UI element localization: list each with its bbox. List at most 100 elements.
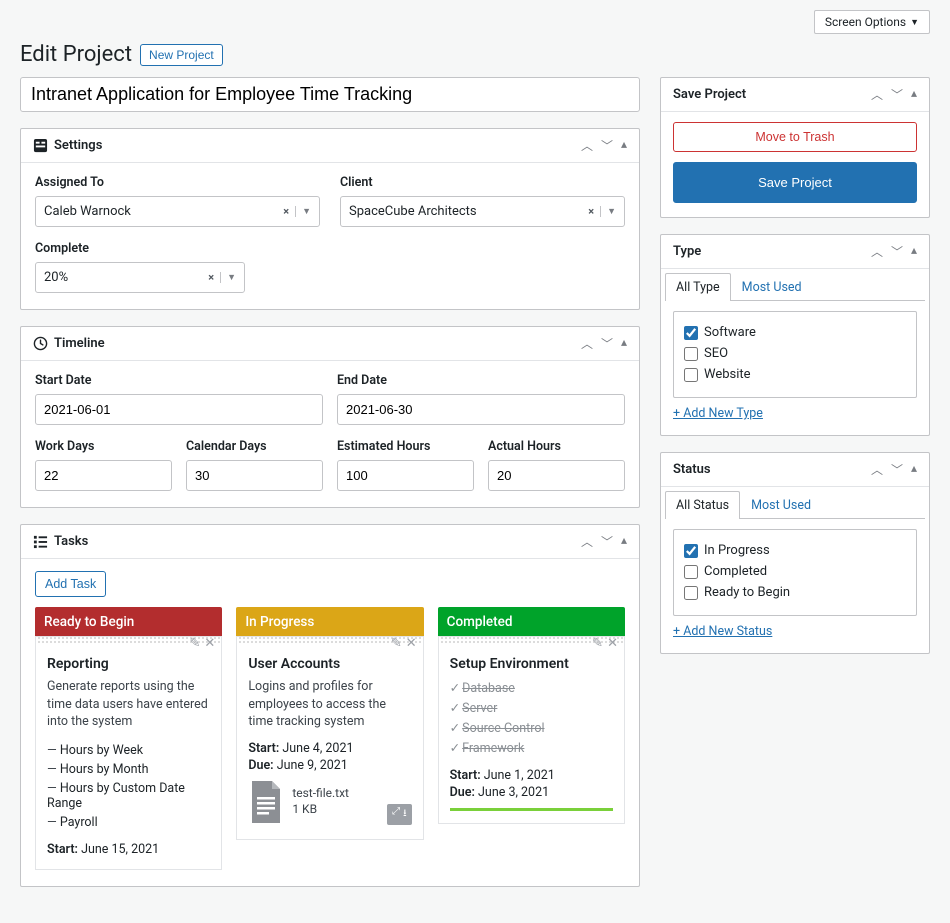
- clear-icon[interactable]: ×: [283, 205, 289, 218]
- chevron-down-icon[interactable]: ▼: [220, 272, 236, 283]
- checkbox[interactable]: [684, 544, 698, 558]
- end-date-input[interactable]: [337, 394, 625, 425]
- file-controls[interactable]: ⤢⭳: [387, 804, 412, 825]
- move-up-icon[interactable]: ︿: [871, 461, 883, 478]
- status-option-ready[interactable]: Ready to Begin: [684, 582, 906, 603]
- move-up-icon[interactable]: ︿: [871, 86, 883, 103]
- project-title-input[interactable]: [20, 77, 640, 112]
- checkbox[interactable]: [684, 586, 698, 600]
- checkbox[interactable]: [684, 347, 698, 361]
- tab-most-used-status[interactable]: Most Used: [740, 491, 822, 519]
- download-icon[interactable]: ⭳: [403, 806, 407, 823]
- screen-options-button[interactable]: Screen Options ▼: [814, 10, 930, 34]
- actual-hours-label: Actual Hours: [488, 439, 625, 454]
- task-due-meta: Due: June 3, 2021: [450, 785, 613, 800]
- move-up-icon[interactable]: ︿: [581, 335, 593, 352]
- type-box: Type ︿ ﹀ ▴ All Type Most Used Software S…: [660, 234, 930, 436]
- chevron-down-icon[interactable]: ▼: [295, 206, 311, 217]
- clear-icon[interactable]: ×: [588, 205, 594, 218]
- complete-value: 20%: [44, 270, 68, 285]
- close-icon[interactable]: ✕: [204, 636, 215, 651]
- add-new-type-link[interactable]: + Add New Type: [673, 406, 763, 421]
- task-card[interactable]: ✎✕ Reporting Generate reports using the …: [35, 636, 222, 870]
- collapse-icon[interactable]: ▴: [911, 243, 917, 260]
- end-date-label: End Date: [337, 373, 625, 388]
- collapse-icon[interactable]: ▴: [621, 137, 627, 154]
- collapse-icon[interactable]: ▴: [911, 461, 917, 478]
- client-select[interactable]: SpaceCube Architects × ▼: [340, 196, 625, 227]
- tasks-heading: Tasks: [54, 534, 88, 549]
- edit-icon[interactable]: ✎: [190, 636, 201, 651]
- add-new-status-link[interactable]: + Add New Status: [673, 624, 772, 639]
- tab-most-used-type[interactable]: Most Used: [731, 273, 813, 301]
- new-project-button[interactable]: New Project: [140, 44, 223, 66]
- move-down-icon[interactable]: ﹀: [601, 335, 613, 352]
- close-icon[interactable]: ✕: [406, 636, 417, 651]
- complete-select[interactable]: 20% × ▼: [35, 262, 245, 293]
- add-task-button[interactable]: Add Task: [35, 571, 106, 597]
- timeline-box: Timeline ︿ ﹀ ▴ Start Date End Date: [20, 326, 640, 508]
- save-heading: Save Project: [673, 87, 746, 102]
- clear-icon[interactable]: ×: [208, 271, 214, 284]
- task-attachment[interactable]: test-file.txt 1 KB ⤢⭳: [248, 781, 411, 823]
- task-due-meta: Due: June 9, 2021: [248, 758, 411, 773]
- estimated-hours-label: Estimated Hours: [337, 439, 474, 454]
- type-option-software[interactable]: Software: [684, 322, 906, 343]
- move-to-trash-button[interactable]: Move to Trash: [673, 122, 917, 152]
- task-title: User Accounts: [248, 656, 411, 672]
- timeline-heading: Timeline: [54, 336, 105, 351]
- type-option-website[interactable]: Website: [684, 364, 906, 385]
- chevron-down-icon[interactable]: ▼: [600, 206, 616, 217]
- close-icon[interactable]: ✕: [607, 636, 618, 651]
- move-down-icon[interactable]: ﹀: [601, 137, 613, 154]
- client-label: Client: [340, 175, 625, 190]
- work-days-input[interactable]: [35, 460, 172, 491]
- collapse-icon[interactable]: ▴: [621, 335, 627, 352]
- client-value: SpaceCube Architects: [349, 204, 477, 219]
- collapse-icon[interactable]: ▴: [911, 86, 917, 103]
- task-card[interactable]: ✎✕ User Accounts Logins and profiles for…: [236, 636, 423, 840]
- kanban-col-progress: In Progress ✎✕ User Accounts Logins and …: [236, 607, 423, 870]
- checkbox[interactable]: [684, 326, 698, 340]
- move-down-icon[interactable]: ﹀: [891, 243, 903, 260]
- type-option-seo[interactable]: SEO: [684, 343, 906, 364]
- assigned-to-label: Assigned To: [35, 175, 320, 190]
- save-project-button[interactable]: Save Project: [673, 162, 917, 203]
- move-down-icon[interactable]: ﹀: [891, 461, 903, 478]
- tasks-box: Tasks ︿ ﹀ ▴ Add Task Ready to Begin: [20, 524, 640, 887]
- status-option-in-progress[interactable]: In Progress: [684, 540, 906, 561]
- move-down-icon[interactable]: ﹀: [891, 86, 903, 103]
- assigned-to-select[interactable]: Caleb Warnock ×▼: [35, 196, 320, 227]
- actual-hours-input[interactable]: [488, 460, 625, 491]
- expand-icon[interactable]: ⤢: [392, 806, 400, 823]
- start-date-input[interactable]: [35, 394, 323, 425]
- checkbox[interactable]: [684, 368, 698, 382]
- move-down-icon[interactable]: ﹀: [601, 533, 613, 550]
- checkbox[interactable]: [684, 565, 698, 579]
- tab-all-type[interactable]: All Type: [665, 273, 731, 301]
- move-up-icon[interactable]: ︿: [871, 243, 883, 260]
- file-name: test-file.txt: [292, 786, 349, 802]
- move-up-icon[interactable]: ︿: [581, 137, 593, 154]
- task-title: Reporting: [47, 656, 210, 672]
- move-up-icon[interactable]: ︿: [581, 533, 593, 550]
- list-item: Hours by Week: [47, 741, 210, 760]
- list-item: Payroll: [47, 813, 210, 832]
- estimated-hours-input[interactable]: [337, 460, 474, 491]
- save-project-box: Save Project ︿ ﹀ ▴ Move to Trash Save Pr…: [660, 77, 930, 218]
- status-box: Status ︿ ﹀ ▴ All Status Most Used In Pro…: [660, 452, 930, 654]
- task-card[interactable]: ✎✕ Setup Environment Database Server Sou…: [438, 636, 625, 824]
- tab-all-status[interactable]: All Status: [665, 491, 740, 519]
- edit-icon[interactable]: ✎: [592, 636, 603, 651]
- task-start-meta: Start: June 1, 2021: [450, 768, 613, 783]
- collapse-icon[interactable]: ▴: [621, 533, 627, 550]
- calendar-days-input[interactable]: [186, 460, 323, 491]
- status-option-completed[interactable]: Completed: [684, 561, 906, 582]
- list-item: Hours by Month: [47, 760, 210, 779]
- settings-heading: Settings: [54, 138, 102, 153]
- edit-icon[interactable]: ✎: [391, 636, 402, 651]
- task-desc: Generate reports using the time data use…: [47, 678, 210, 731]
- kanban-col-ready: Ready to Begin ✎✕ Reporting Generate rep…: [35, 607, 222, 870]
- chevron-down-icon: ▼: [910, 17, 919, 28]
- file-icon: [248, 781, 284, 823]
